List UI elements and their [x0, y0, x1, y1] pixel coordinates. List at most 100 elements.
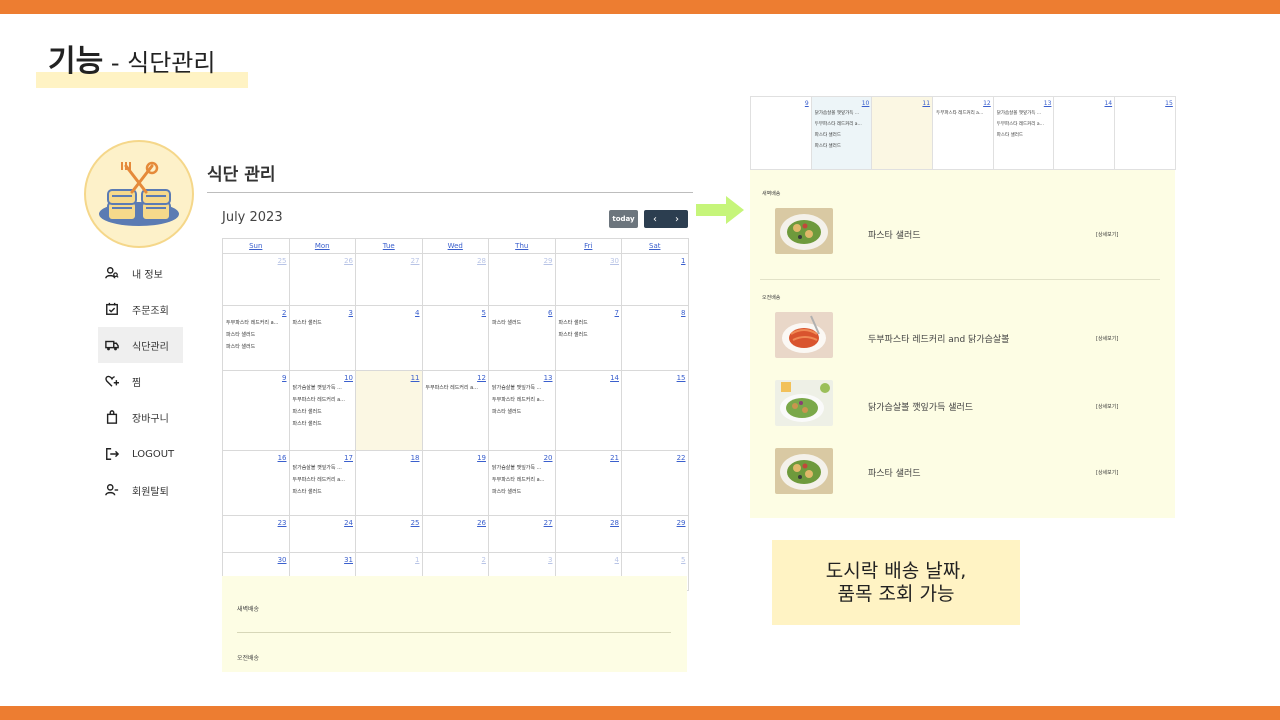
- day-number[interactable]: 5: [423, 306, 489, 317]
- day-number[interactable]: 2: [223, 306, 289, 317]
- day-number[interactable]: 28: [423, 254, 489, 265]
- day-number[interactable]: 13: [994, 97, 1054, 108]
- calendar-day-cell[interactable]: 13 닭가슴살볼 깻잎가득 ... 두부파스타 레드커리 a... 파스타 샐러드: [488, 370, 556, 451]
- sidebar-item-my-info[interactable]: 내 정보: [98, 255, 183, 291]
- calendar-day-cell[interactable]: 12 두부파스타 레드커리 a...: [421, 370, 489, 451]
- day-number[interactable]: 30: [556, 254, 622, 265]
- day-number[interactable]: 12: [933, 97, 993, 108]
- sidebar-item-logout[interactable]: LOGOUT: [98, 436, 183, 472]
- calendar-day-cell[interactable]: 29: [488, 253, 556, 306]
- day-number[interactable]: 11: [872, 97, 932, 108]
- calendar-event[interactable]: 두부파스타 레드커리 a...: [423, 382, 489, 394]
- calendar-day-cell[interactable]: 23: [222, 515, 290, 553]
- next-month-button[interactable]: ›: [666, 210, 688, 228]
- calendar-day-cell[interactable]: 15: [621, 370, 689, 451]
- day-number[interactable]: 20: [489, 451, 555, 462]
- calendar-day-cell[interactable]: 8: [621, 305, 689, 371]
- day-number[interactable]: 26: [290, 254, 356, 265]
- day-number[interactable]: 4: [356, 306, 422, 317]
- day-number[interactable]: 14: [556, 371, 622, 382]
- calendar-day-cell[interactable]: 29: [621, 515, 689, 553]
- calendar-day-cell[interactable]: 27: [488, 515, 556, 553]
- calendar-day-cell[interactable]: 26: [421, 515, 489, 553]
- day-number[interactable]: 27: [356, 254, 422, 265]
- calendar-event[interactable]: 파스타 샐러드: [290, 418, 356, 430]
- calendar-day-cell[interactable]: 5: [421, 305, 489, 371]
- day-number[interactable]: 10: [812, 97, 872, 108]
- calendar-day-cell[interactable]: 26: [288, 253, 356, 306]
- calendar-event[interactable]: 닭가슴살볼 깻잎가득 ...: [812, 108, 872, 119]
- day-number[interactable]: 15: [1115, 97, 1175, 108]
- calendar-event[interactable]: 두부파스타 레드커리 a...: [223, 317, 289, 329]
- calendar-day-cell[interactable]: 21: [554, 450, 622, 516]
- day-number[interactable]: 13: [489, 371, 555, 382]
- calendar-day-cell[interactable]: 11: [871, 96, 934, 170]
- calendar-event[interactable]: 파스타 샐러드: [290, 486, 356, 498]
- day-number[interactable]: 11: [356, 371, 422, 382]
- calendar-day-cell[interactable]: 9: [750, 96, 812, 170]
- calendar-day-cell[interactable]: 19: [421, 450, 489, 516]
- day-number[interactable]: 30: [223, 553, 289, 564]
- calendar-event[interactable]: 두부파스타 레드커리 a...: [994, 119, 1054, 130]
- day-number[interactable]: 9: [751, 97, 811, 108]
- calendar-event[interactable]: 파스타 샐러드: [290, 317, 356, 329]
- sidebar-item-wishlist[interactable]: 찜: [98, 363, 183, 399]
- day-number[interactable]: 1: [356, 553, 422, 564]
- calendar-event[interactable]: 파스타 샐러드: [556, 329, 622, 341]
- detail-link[interactable]: [상세보기]: [1096, 403, 1118, 410]
- detail-link[interactable]: [상세보기]: [1096, 469, 1118, 476]
- day-number[interactable]: 23: [223, 516, 289, 527]
- weekday-header[interactable]: Sun: [222, 238, 290, 254]
- calendar-day-cell[interactable]: 13 닭가슴살볼 깻잎가득 ... 두부파스타 레드커리 a... 파스타 샐러드: [992, 96, 1055, 170]
- calendar-day-cell[interactable]: 10 닭가슴살볼 깻잎가득 ... 두부파스타 레드커리 a... 파스타 샐러드 파스…: [810, 96, 873, 170]
- calendar-day-cell[interactable]: 15: [1114, 96, 1176, 170]
- calendar-event[interactable]: 파스타 샐러드: [223, 329, 289, 341]
- calendar-event[interactable]: 파스타 샐러드: [489, 317, 555, 329]
- day-number[interactable]: 27: [489, 516, 555, 527]
- calendar-day-cell[interactable]: 14: [1053, 96, 1116, 170]
- day-number[interactable]: 15: [622, 371, 688, 382]
- calendar-day-cell[interactable]: 11: [355, 370, 423, 451]
- day-number[interactable]: 22: [622, 451, 688, 462]
- weekday-header[interactable]: Tue: [355, 238, 423, 254]
- day-number[interactable]: 29: [622, 516, 688, 527]
- weekday-header[interactable]: Thu: [488, 238, 556, 254]
- brand-logo[interactable]: [84, 140, 194, 248]
- calendar-event[interactable]: 파스타 샐러드: [489, 406, 555, 418]
- calendar-event[interactable]: 파스타 샐러드: [223, 341, 289, 353]
- calendar-day-cell[interactable]: 7 파스타 샐러드 파스타 샐러드: [554, 305, 622, 371]
- sidebar-item-withdraw[interactable]: 회원탈퇴: [98, 472, 183, 508]
- calendar-day-cell[interactable]: 28: [421, 253, 489, 306]
- day-number[interactable]: 25: [223, 254, 289, 265]
- day-number[interactable]: 14: [1054, 97, 1114, 108]
- calendar-event[interactable]: 두부파스타 레드커리 a...: [489, 474, 555, 486]
- day-number[interactable]: 9: [223, 371, 289, 382]
- weekday-header[interactable]: Sat: [621, 238, 689, 254]
- day-number[interactable]: 1: [622, 254, 688, 265]
- calendar-day-cell[interactable]: 10 닭가슴살볼 깻잎가득 ... 두부파스타 레드커리 a... 파스타 샐러드 파스…: [288, 370, 356, 451]
- weekday-header[interactable]: Wed: [421, 238, 489, 254]
- calendar-event[interactable]: 닭가슴살볼 깻잎가득 ...: [290, 462, 356, 474]
- calendar-day-cell[interactable]: 4: [355, 305, 423, 371]
- day-number[interactable]: 17: [290, 451, 356, 462]
- detail-link[interactable]: [상세보기]: [1096, 231, 1118, 238]
- day-number[interactable]: 28: [556, 516, 622, 527]
- calendar-day-cell[interactable]: 25: [355, 515, 423, 553]
- day-number[interactable]: 16: [223, 451, 289, 462]
- calendar-event[interactable]: 파스타 샐러드: [812, 130, 872, 141]
- calendar-event[interactable]: 닭가슴살볼 깻잎가득 ...: [290, 382, 356, 394]
- day-number[interactable]: 12: [423, 371, 489, 382]
- day-number[interactable]: 5: [622, 553, 688, 564]
- calendar-day-cell[interactable]: 1: [621, 253, 689, 306]
- calendar-day-cell[interactable]: 9: [222, 370, 290, 451]
- sidebar-item-orders[interactable]: 주문조회: [98, 291, 183, 327]
- calendar-event[interactable]: 파스타 샐러드: [489, 486, 555, 498]
- calendar-day-cell[interactable]: 22: [621, 450, 689, 516]
- calendar-day-cell[interactable]: 20 닭가슴살볼 깻잎가득 ... 두부파스타 레드커리 a... 파스타 샐러드: [488, 450, 556, 516]
- sidebar-item-diet[interactable]: 식단관리: [98, 327, 183, 363]
- calendar-event[interactable]: 파스타 샐러드: [812, 141, 872, 152]
- day-number[interactable]: 29: [489, 254, 555, 265]
- day-number[interactable]: 3: [290, 306, 356, 317]
- day-number[interactable]: 4: [556, 553, 622, 564]
- calendar-event[interactable]: 닭가슴살볼 깻잎가득 ...: [994, 108, 1054, 119]
